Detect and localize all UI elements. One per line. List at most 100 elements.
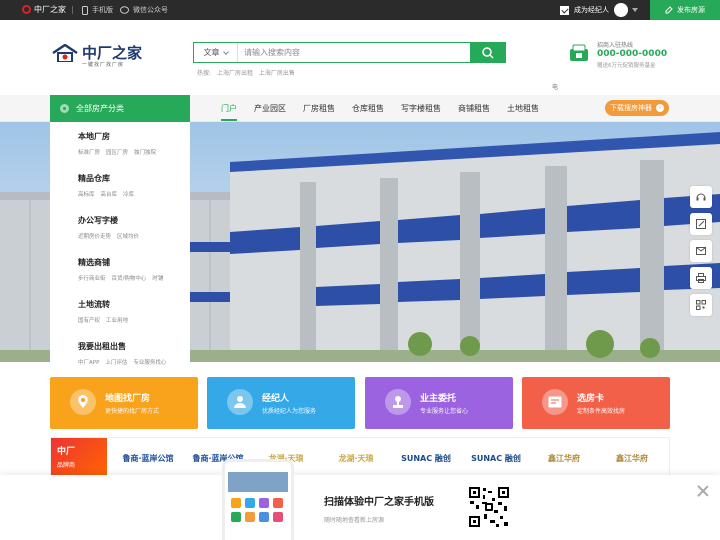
- search-button[interactable]: [470, 42, 506, 63]
- category-title[interactable]: 精品仓库: [78, 173, 190, 184]
- top-logo[interactable]: 中厂之家: [22, 4, 66, 15]
- category-link[interactable]: 独门独院: [134, 150, 156, 156]
- hot-search-item[interactable]: 上海厂房出租: [217, 70, 253, 77]
- brand-logo-item[interactable]: 龙湖·天琅: [323, 446, 389, 470]
- edit-icon[interactable]: [690, 213, 712, 235]
- hotline-note: 赠送6万元促销服务基金: [597, 63, 656, 69]
- category-menu: 本地厂房 标准厂房 园区厂房 独门独院 精品仓库 高标库 高台库 冷库 办公写字楼 近期…: [50, 122, 190, 366]
- brand-logo-item[interactable]: SUNAC 融创: [463, 446, 529, 470]
- owner-commission-card[interactable]: 业主委托 专业服务让您省心: [365, 377, 513, 429]
- all-categories-button[interactable]: 全部房产分类: [50, 95, 190, 122]
- category-link[interactable]: 上门评估: [105, 360, 127, 366]
- user-avatar[interactable]: [614, 3, 628, 17]
- mobile-link[interactable]: 手机版: [82, 5, 113, 15]
- category-link[interactable]: 时铺: [152, 276, 163, 282]
- category-warehouse[interactable]: 精品仓库 高标库 高台库 冷库: [50, 173, 190, 212]
- category-subs: 步行商业街 百货/购物中心 时铺: [78, 274, 190, 282]
- publish-listing-button[interactable]: 发布房源: [650, 0, 720, 20]
- overlay-title: 扫描体验中厂之家手机版: [324, 497, 434, 508]
- card-icon: [542, 389, 568, 415]
- search-input[interactable]: [244, 45, 464, 60]
- category-link[interactable]: 百货/购物中心: [112, 276, 147, 282]
- app-grid-tile: [231, 512, 241, 522]
- category-subs: 高标库 高台库 冷库: [78, 190, 190, 198]
- category-link[interactable]: 标准厂房: [78, 150, 100, 156]
- top-logo-text: 中厂之家: [34, 5, 66, 14]
- close-icon[interactable]: [697, 485, 709, 497]
- tab-land[interactable]: 土地租售: [507, 95, 539, 122]
- category-subs: 近期房价走势 区域均价: [78, 232, 190, 240]
- card-desc: 定制条件高效找房: [577, 408, 626, 415]
- category-land[interactable]: 土地流转 国有产权 工业用地: [50, 299, 190, 338]
- card-desc: 专业服务让您省心: [420, 408, 469, 415]
- tab-office[interactable]: 写字楼租售: [401, 95, 441, 122]
- category-link[interactable]: 专业服务找心: [133, 360, 166, 366]
- brand-lead-sub: 品牌商: [57, 462, 76, 469]
- brand-logo-item[interactable]: 鑫江华府: [599, 446, 665, 470]
- headset-icon[interactable]: [690, 186, 712, 208]
- category-office[interactable]: 办公写字楼 近期房价走势 区域均价: [50, 215, 190, 254]
- printer-icon[interactable]: [690, 267, 712, 289]
- category-title[interactable]: 土地流转: [78, 299, 190, 310]
- search-icon: [482, 46, 494, 59]
- category-link[interactable]: 步行商业街: [78, 276, 106, 282]
- category-title[interactable]: 我要出租出售: [78, 341, 190, 352]
- all-categories-label: 全部房产分类: [76, 104, 124, 113]
- chevron-down-icon[interactable]: [632, 8, 638, 12]
- category-link[interactable]: 近期房价走势: [78, 234, 111, 240]
- wechat-link[interactable]: 微信公众号: [120, 5, 168, 15]
- mail-icon[interactable]: [690, 240, 712, 262]
- category-rent-sell[interactable]: 我要出租出售 中厂APP 上门评估 专业服务找心: [50, 341, 190, 380]
- hot-search-item[interactable]: 上海厂房出售: [259, 70, 295, 77]
- chevron-down-icon: [222, 48, 229, 55]
- app-grid-tile: [273, 512, 283, 522]
- category-link[interactable]: 高标库: [78, 192, 95, 198]
- category-factory[interactable]: 本地厂房 标准厂房 园区厂房 独门独院: [50, 131, 190, 170]
- hotline-side-char: 电: [552, 84, 559, 91]
- category-link[interactable]: 冷库: [123, 192, 134, 198]
- category-subs: 国有产权 工业用地: [78, 316, 190, 324]
- brand-logo-item[interactable]: 鲁商·蓝岸公馆: [115, 446, 181, 470]
- selection-card[interactable]: 选房卡 定制条件高效找房: [522, 377, 670, 429]
- brand-name: 中厂之家: [82, 44, 143, 62]
- category-link[interactable]: 区域均价: [117, 234, 139, 240]
- search-type-select[interactable]: 文章: [194, 43, 238, 62]
- card-title: 业主委托: [420, 394, 457, 404]
- tab-warehouse[interactable]: 仓库租售: [352, 95, 384, 122]
- brand-lead-badge: 中厂 品牌商: [51, 438, 107, 478]
- card-title: 选房卡: [577, 394, 605, 404]
- tab-industrial-park[interactable]: 产业园区: [254, 95, 286, 122]
- tab-shop[interactable]: 商铺租售: [458, 95, 490, 122]
- phone-screen: [228, 472, 288, 492]
- brand-logo-item[interactable]: 鑫江华府: [531, 446, 597, 470]
- hotline-title: 招商入驻热线: [597, 42, 634, 49]
- become-broker-checkbox[interactable]: 成为经纪人: [560, 5, 609, 15]
- qrcode-icon[interactable]: [690, 294, 712, 316]
- card-title: 地图找厂房: [105, 394, 151, 404]
- tab-factory[interactable]: 厂房租售: [303, 95, 335, 122]
- map-search-card[interactable]: 地图找厂房 更快捷的找厂房方式: [50, 377, 198, 429]
- checkbox-icon: [560, 5, 569, 15]
- download-app-button[interactable]: 下载搜房神器 ›: [605, 100, 669, 116]
- category-title[interactable]: 办公写字楼: [78, 215, 190, 226]
- app-grid-tile: [273, 498, 283, 508]
- category-link[interactable]: 园区厂房: [106, 150, 128, 156]
- category-link[interactable]: 中厂APP: [78, 360, 99, 366]
- category-title[interactable]: 本地厂房: [78, 131, 190, 142]
- brand-logo-item[interactable]: SUNAC 融创: [393, 446, 459, 470]
- category-title[interactable]: 精选商铺: [78, 257, 190, 268]
- category-link[interactable]: 高台库: [101, 192, 118, 198]
- hot-search-label: 热搜:: [197, 70, 212, 77]
- app-grid-tile: [259, 512, 269, 522]
- side-toolbar: [690, 186, 712, 321]
- hot-search: 热搜: 上海厂房出租 上海厂房出售: [197, 68, 299, 77]
- wechat-link-label: 微信公众号: [133, 6, 168, 14]
- hotline-number: 000-000-0000: [597, 49, 668, 59]
- category-shop[interactable]: 精选商铺 步行商业街 百货/购物中心 时铺: [50, 257, 190, 296]
- app-grid-tile: [259, 498, 269, 508]
- broker-card[interactable]: 经纪人 优质经纪人为您服务: [207, 377, 355, 429]
- category-link[interactable]: 工业用地: [106, 318, 128, 324]
- wechat-icon: [120, 6, 129, 14]
- category-link[interactable]: 国有产权: [78, 318, 100, 324]
- tab-portal[interactable]: 门户: [221, 95, 237, 122]
